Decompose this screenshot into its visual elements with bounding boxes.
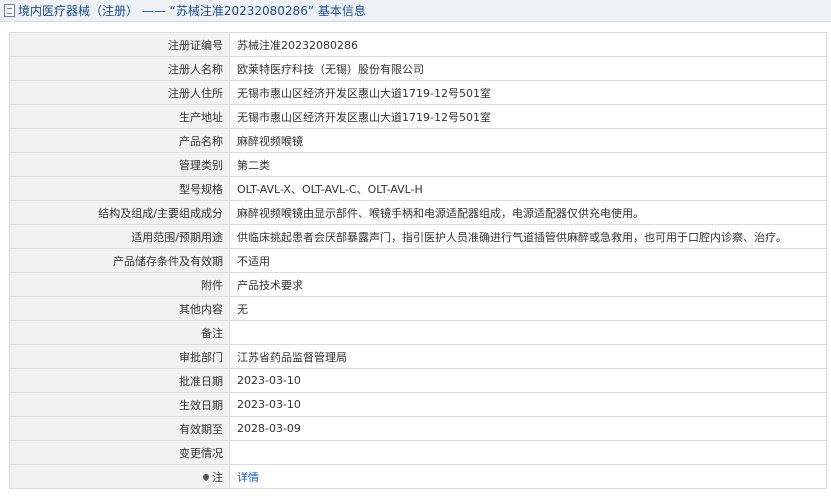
field-label: 注册证编号 [9,32,230,57]
field-value: 无锡市惠山区经济开发区惠山大道1719-12号501室 [229,80,827,105]
note-label: 注 [212,470,223,484]
table-row-note: 注 详情 [9,464,827,489]
field-value: 2023-03-10 [229,392,827,417]
field-label: 批准日期 [9,368,230,393]
table-row: 备注 [9,320,827,345]
table-row: 批准日期 2023-03-10 [9,368,827,393]
field-value: 麻醉视频喉镜 [229,128,827,153]
table-row: 产品名称 麻醉视频喉镜 [9,128,827,153]
field-value: 供临床挑起患者会厌部暴露声门，指引医护人员准确进行气道插管供麻醉或急救用，也可用… [229,224,827,249]
table-row: 有效期至 2028-03-09 [9,416,827,441]
table-row: 适用范围/预期用途 供临床挑起患者会厌部暴露声门，指引医护人员准确进行气道插管供… [9,224,827,249]
table-row: 注册人名称 欧莱特医疗科技（无锡）股份有限公司 [9,56,827,81]
page-title: 境内医疗器械（注册） —— “苏械注准20232080286” 基本信息 [18,4,366,18]
field-label: 适用范围/预期用途 [9,224,230,249]
info-table-body: 注册证编号 苏械注准20232080286 注册人名称 欧莱特医疗科技（无锡）股… [9,32,827,489]
table-row: 附件 产品技术要求 [9,272,827,297]
field-label: 管理类别 [9,152,230,177]
table-row: 型号规格 OLT-AVL-X、OLT-AVL-C、OLT-AVL-H [9,176,827,201]
field-label: 附件 [9,272,230,297]
table-row: 审批部门 江苏省药品监督管理局 [9,344,827,369]
field-value: OLT-AVL-X、OLT-AVL-C、OLT-AVL-H [229,176,827,201]
table-row: 结构及组成/主要组成成分 麻醉视频喉镜由显示部件、喉镜手柄和电源适配器组成，电源… [9,200,827,225]
field-value: 2028-03-09 [229,416,827,441]
field-label: 生产地址 [9,104,230,129]
field-value [229,320,827,345]
field-value: 苏械注准20232080286 [229,32,827,57]
field-value: 江苏省药品监督管理局 [229,344,827,369]
field-label: 备注 [9,320,230,345]
field-value: 无锡市惠山区经济开发区惠山大道1719-12号501室 [229,104,827,129]
table-row: 变更情况 [9,440,827,465]
note-label-cell: 注 [9,464,230,489]
field-value [229,440,827,465]
info-table-container: 注册证编号 苏械注准20232080286 注册人名称 欧莱特医疗科技（无锡）股… [9,32,827,489]
table-row: 注册人住所 无锡市惠山区经济开发区惠山大道1719-12号501室 [9,80,827,105]
note-value-cell: 详情 [229,464,827,489]
field-value: 2023-03-10 [229,368,827,393]
document-icon [4,4,15,17]
table-row: 生产地址 无锡市惠山区经济开发区惠山大道1719-12号501室 [9,104,827,129]
field-label: 结构及组成/主要组成成分 [9,200,230,225]
field-value: 麻醉视频喉镜由显示部件、喉镜手柄和电源适配器组成，电源适配器仅供充电使用。 [229,200,827,225]
info-table: 注册证编号 苏械注准20232080286 注册人名称 欧莱特医疗科技（无锡）股… [9,32,827,489]
table-row: 生效日期 2023-03-10 [9,392,827,417]
table-row: 其他内容 无 [9,296,827,321]
field-value: 产品技术要求 [229,272,827,297]
field-label: 变更情况 [9,440,230,465]
field-label: 注册人住所 [9,80,230,105]
field-label: 审批部门 [9,344,230,369]
field-label: 型号规格 [9,176,230,201]
field-label: 生效日期 [9,392,230,417]
field-label: 其他内容 [9,296,230,321]
field-value: 第二类 [229,152,827,177]
field-value: 无 [229,296,827,321]
field-label: 产品名称 [9,128,230,153]
page-header: 境内医疗器械（注册） —— “苏械注准20232080286” 基本信息 [0,0,831,22]
pin-icon [201,472,211,481]
table-row: 管理类别 第二类 [9,152,827,177]
details-link[interactable]: 详情 [237,471,259,484]
field-value: 欧莱特医疗科技（无锡）股份有限公司 [229,56,827,81]
field-label: 有效期至 [9,416,230,441]
field-label: 注册人名称 [9,56,230,81]
field-label: 产品储存条件及有效期 [9,248,230,273]
table-row: 注册证编号 苏械注准20232080286 [9,32,827,57]
table-row: 产品储存条件及有效期 不适用 [9,248,827,273]
field-value: 不适用 [229,248,827,273]
